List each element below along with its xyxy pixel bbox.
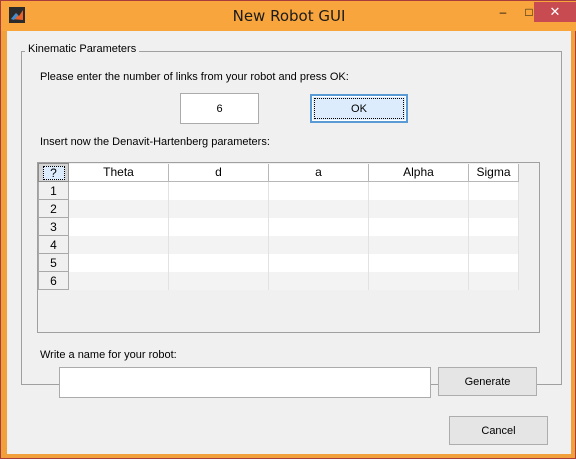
row-header[interactable]: 6: [38, 271, 69, 290]
table-cell[interactable]: [368, 217, 469, 236]
column-header[interactable]: d: [168, 163, 269, 182]
table-cell[interactable]: [168, 253, 269, 272]
table-cell[interactable]: [168, 235, 269, 254]
panel-title: Kinematic Parameters: [25, 43, 140, 55]
table-cell[interactable]: [68, 181, 169, 200]
table-cell[interactable]: [368, 253, 469, 272]
row-header[interactable]: 1: [38, 181, 69, 200]
dh-parameters-table[interactable]: ? Theta d a Alpha Sigma 1 2 3 4 5 6: [37, 162, 540, 333]
table-cell[interactable]: [268, 217, 369, 236]
table-cell[interactable]: [68, 253, 169, 272]
table-cell[interactable]: [168, 271, 269, 290]
ok-button-label: OK: [351, 102, 367, 115]
table-cell[interactable]: [368, 271, 469, 290]
table-row: 4: [38, 235, 519, 254]
ok-button[interactable]: OK: [310, 94, 408, 123]
close-icon: ✕: [549, 4, 561, 19]
table-cell[interactable]: [368, 199, 469, 218]
row-header[interactable]: 2: [38, 199, 69, 218]
table-row: 1: [38, 181, 519, 200]
row-header[interactable]: 5: [38, 253, 69, 272]
close-button[interactable]: ✕: [534, 2, 576, 22]
table-cell[interactable]: [468, 181, 519, 200]
table-cell[interactable]: [68, 217, 169, 236]
cancel-button-label: Cancel: [481, 424, 516, 437]
cancel-button[interactable]: Cancel: [449, 416, 548, 445]
column-header[interactable]: Alpha: [368, 163, 469, 182]
window: New Robot GUI – □ ✕ Kinematic Parameters…: [0, 0, 576, 459]
table-header-row: ? Theta d a Alpha Sigma: [38, 163, 519, 182]
table-cell[interactable]: [468, 217, 519, 236]
table-cell[interactable]: [368, 235, 469, 254]
column-header[interactable]: Sigma: [468, 163, 519, 182]
minimize-button[interactable]: –: [490, 2, 516, 22]
table-cell[interactable]: [268, 181, 369, 200]
table-row: 6: [38, 271, 519, 290]
dialog-body: Kinematic Parameters Please enter the nu…: [7, 31, 571, 454]
generate-button-label: Generate: [464, 375, 511, 388]
generate-button[interactable]: Generate: [438, 367, 537, 396]
table-cell[interactable]: [268, 253, 369, 272]
column-header[interactable]: a: [268, 163, 369, 182]
table-cell[interactable]: [68, 271, 169, 290]
robot-name-prompt: Write a name for your robot:: [40, 349, 177, 361]
column-header[interactable]: Theta: [68, 163, 169, 182]
table-cell[interactable]: [268, 271, 369, 290]
table-cell[interactable]: [268, 199, 369, 218]
table-cell[interactable]: [168, 181, 269, 200]
links-count-value: 6: [216, 102, 223, 115]
minimize-icon: –: [499, 5, 507, 19]
table-row: 3: [38, 217, 519, 236]
title-bar[interactable]: New Robot GUI – □ ✕: [1, 1, 576, 31]
table-cell[interactable]: [268, 235, 369, 254]
dh-prompt: Insert now the Denavit-Hartenberg parame…: [40, 136, 270, 148]
links-count-field[interactable]: 6: [180, 93, 259, 124]
table-cell[interactable]: [68, 235, 169, 254]
row-header[interactable]: 3: [38, 217, 69, 236]
table-cell[interactable]: [168, 217, 269, 236]
robot-name-field[interactable]: [59, 367, 431, 398]
maximize-icon: □: [525, 5, 533, 19]
table-cell[interactable]: [468, 271, 519, 290]
table-row: 2: [38, 199, 519, 218]
row-header[interactable]: 4: [38, 235, 69, 254]
table-cell[interactable]: [168, 199, 269, 218]
table-cell[interactable]: [468, 199, 519, 218]
select-all-corner[interactable]: ?: [38, 163, 69, 182]
table-cell[interactable]: [468, 235, 519, 254]
corner-label: ?: [42, 165, 65, 180]
table-cell[interactable]: [368, 181, 469, 200]
table-row: 5: [38, 253, 519, 272]
table-cell[interactable]: [468, 253, 519, 272]
table-cell[interactable]: [68, 199, 169, 218]
links-prompt: Please enter the number of links from yo…: [40, 71, 349, 83]
dh-table-grid: ? Theta d a Alpha Sigma 1 2 3 4 5 6: [38, 163, 519, 290]
